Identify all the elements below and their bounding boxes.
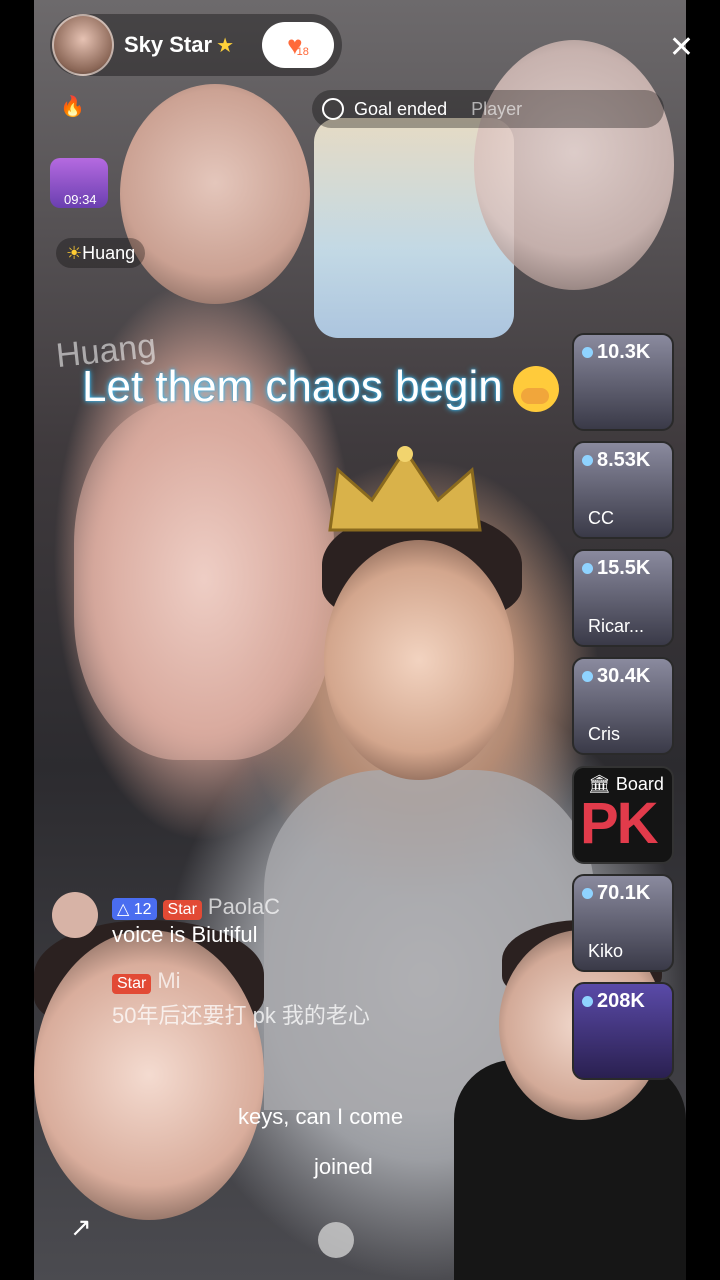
- follow-count: 18: [296, 46, 309, 58]
- guest-name: Huang: [82, 243, 136, 263]
- chat-line-1-text: voice is Biutiful: [112, 922, 258, 947]
- pk-card-2[interactable]: 8.53K CC: [572, 441, 674, 539]
- level-badge: △ 12: [112, 898, 157, 920]
- star-icon: ★: [216, 34, 234, 57]
- host-avatar[interactable]: [52, 14, 114, 76]
- chat-line-3-text: keys, can I come: [238, 1104, 404, 1129]
- pk-name: Ricar...: [588, 616, 645, 636]
- chat-avatar[interactable]: [52, 892, 98, 938]
- emoji-button[interactable]: [318, 1222, 354, 1258]
- pk-name: CC: [588, 508, 614, 528]
- board-pk: PK: [580, 791, 659, 856]
- chat-user[interactable]: Mi: [157, 968, 180, 993]
- pk-score: 70.1K: [582, 882, 650, 905]
- headline-text: Let them chaos begin: [82, 362, 503, 411]
- guest-face-top-right: [474, 40, 674, 290]
- pk-score: 208K: [582, 990, 645, 1013]
- chat-user[interactable]: PaolaC: [208, 894, 280, 919]
- chat-line-2-text: 50年后还要打 pk 我的老心: [112, 1003, 370, 1028]
- host-hand: [74, 400, 334, 760]
- guest-face-top-left: [120, 84, 310, 304]
- share-icon[interactable]: ↗: [70, 1212, 92, 1243]
- goal-icon: [322, 98, 344, 120]
- sun-icon: ☀: [66, 243, 83, 263]
- headline-caption: Let them chaos begin: [82, 362, 559, 413]
- close-icon[interactable]: ✕: [669, 30, 694, 65]
- follow-button[interactable]: ♥ 18: [262, 22, 334, 68]
- pk-card-4[interactable]: 30.4K Cris: [572, 657, 674, 755]
- timer-text: 09:34: [64, 192, 97, 207]
- chat-line-1: △ 12 Star PaolaC: [112, 894, 280, 920]
- pk-card-5[interactable]: 70.1K Kiko: [572, 874, 674, 972]
- pk-score: 15.5K: [582, 557, 650, 580]
- hand-over-mouth-emoji-icon: [512, 366, 559, 413]
- chat-line-2: Star Mi: [112, 968, 181, 994]
- leaderboard-card[interactable]: 🏛 Board PK: [572, 766, 674, 864]
- guest-name-pill[interactable]: ☀Huang: [56, 238, 146, 268]
- pk-card-1[interactable]: 10.3K: [572, 333, 674, 431]
- goal-tail: Player: [471, 98, 523, 119]
- host-name: Sky Star: [124, 32, 213, 57]
- star-badge: Star: [112, 974, 152, 994]
- pk-score: 10.3K: [582, 341, 650, 364]
- chat-line-4-text: joined: [314, 1154, 373, 1179]
- goal-label: Goal ended: [354, 98, 448, 119]
- star-badge: Star: [162, 900, 202, 920]
- pk-card-6[interactable]: 208K: [572, 982, 674, 1080]
- host-face: [324, 540, 514, 780]
- goal-pill[interactable]: Goal ended Player: [312, 90, 664, 128]
- pk-score: 8.53K: [582, 449, 650, 472]
- host-pill[interactable]: Sky Star ★ ♥ 18: [50, 14, 342, 76]
- pk-name: Kiko: [588, 941, 624, 961]
- pk-name: Cris: [588, 724, 620, 744]
- crown-icon: [328, 446, 482, 532]
- pk-score: 30.4K: [582, 665, 650, 688]
- fire-icon: 🔥: [60, 96, 85, 118]
- pk-card-3[interactable]: 15.5K Ricar...: [572, 549, 674, 647]
